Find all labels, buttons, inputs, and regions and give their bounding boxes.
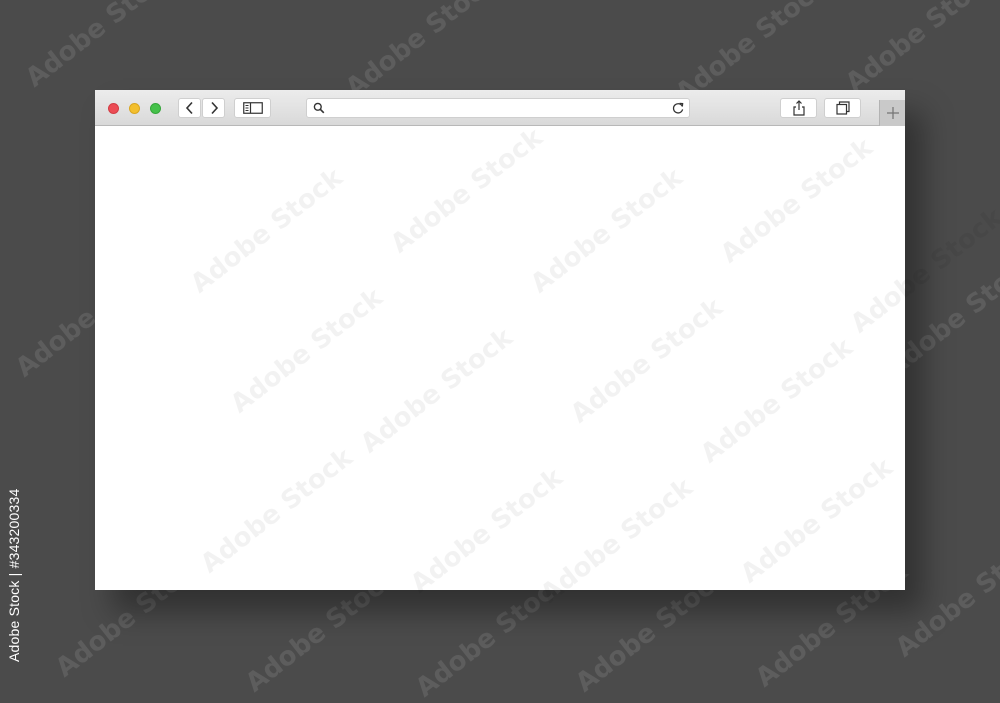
forward-button[interactable] (202, 98, 225, 118)
watermark: Adobe Stock (195, 442, 359, 580)
watermark: Adobe Stock (225, 282, 389, 420)
watermark: Adobe Stock (715, 132, 879, 270)
watermark: Adobe Stock (535, 472, 699, 610)
watermark: Adobe Stock (565, 292, 729, 430)
browser-toolbar (95, 90, 905, 126)
tabs-overview-icon (835, 101, 850, 115)
address-bar[interactable] (306, 98, 690, 118)
url-input[interactable] (331, 100, 651, 116)
maximize-button[interactable] (150, 103, 161, 114)
watermark: Adobe Stock (840, 0, 1000, 99)
watermark: Adobe Stock (405, 462, 569, 600)
watermark: Adobe Stock (355, 322, 519, 460)
plus-icon (886, 107, 899, 119)
watermark: Adobe Stock (845, 202, 1000, 340)
share-button[interactable] (780, 98, 817, 118)
watermark: Adobe Stock (890, 526, 1000, 664)
watermark: Adobe Stock (735, 452, 899, 590)
reload-icon[interactable] (671, 101, 685, 115)
close-button[interactable] (108, 103, 119, 114)
page-content[interactable]: Adobe Stock Adobe Stock Adobe Stock Adob… (95, 122, 1000, 609)
search-icon (313, 102, 325, 114)
tabs-overview-button[interactable] (824, 98, 861, 118)
watermark: Adobe Stock (385, 122, 549, 260)
watermark: Adobe Stock (340, 0, 504, 104)
back-button[interactable] (178, 98, 201, 118)
chevron-left-icon (185, 101, 193, 115)
watermark: Adobe Stock (525, 162, 689, 300)
watermark: Adobe Stock (20, 0, 184, 94)
new-tab-button[interactable] (879, 100, 905, 126)
stock-id-label: Adobe Stock | #343200334 (6, 488, 22, 662)
minimize-button[interactable] (129, 103, 140, 114)
sidebar-button[interactable] (234, 98, 271, 118)
watermark: Adobe Stock (185, 162, 349, 300)
watermark: Adobe Stock (695, 332, 859, 470)
share-icon (792, 100, 805, 116)
sidebar-icon (242, 102, 263, 114)
browser-window: Adobe Stock Adobe Stock Adobe Stock Adob… (95, 90, 1000, 609)
chevron-right-icon (210, 101, 218, 115)
